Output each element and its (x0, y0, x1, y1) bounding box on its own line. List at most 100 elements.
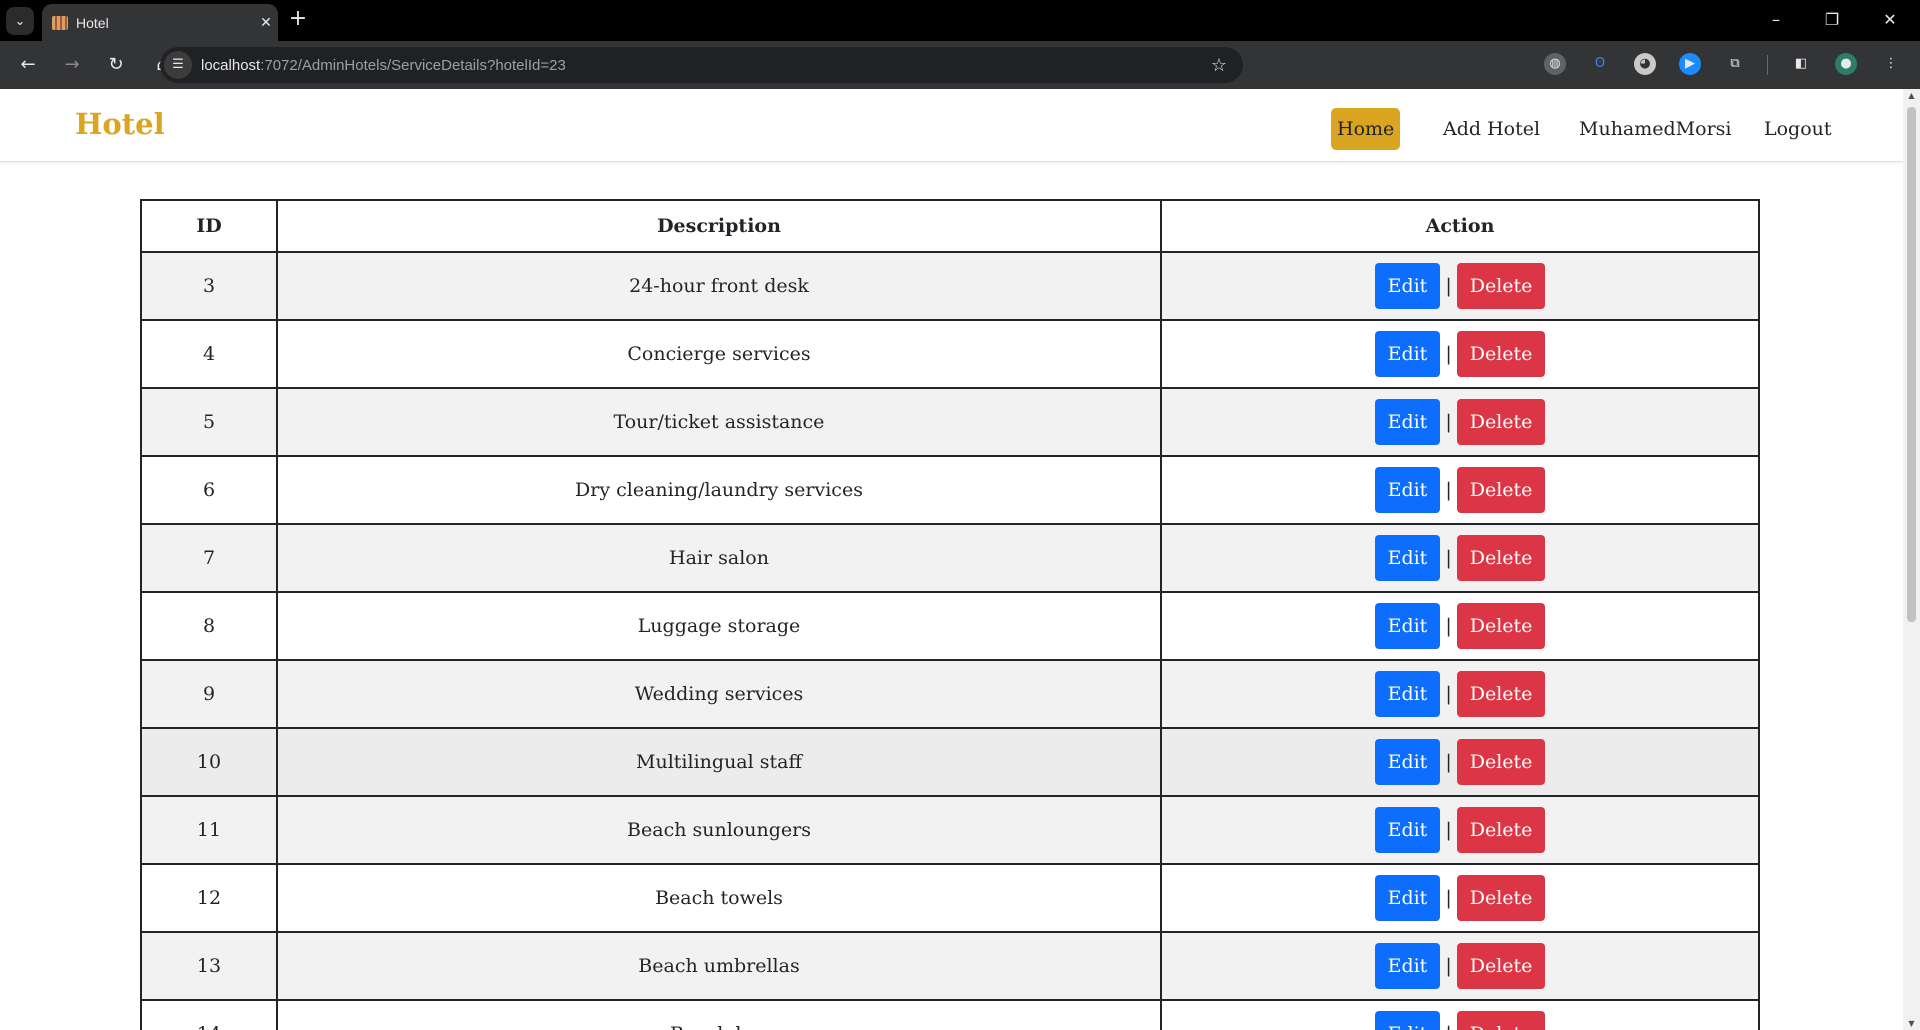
scrollbar[interactable]: ▲ ▼ (1903, 89, 1920, 1030)
delete-button[interactable]: Delete (1456, 739, 1546, 785)
cell-id: 13 (140, 931, 278, 1001)
table-row: 7 Hair salon Edit | Delete (140, 523, 1760, 593)
extension-icon[interactable]: ▶ (1679, 53, 1701, 75)
cell-id: 12 (140, 863, 278, 933)
extension-icon[interactable]: ◍ (1544, 53, 1566, 75)
action-separator: | (1445, 683, 1452, 705)
cell-id: 14 (140, 999, 278, 1030)
edit-button[interactable]: Edit (1374, 535, 1441, 581)
minimize-icon[interactable]: – (1764, 8, 1788, 32)
header-description: Description (276, 199, 1162, 253)
scroll-down-icon[interactable]: ▼ (1903, 1019, 1920, 1028)
edit-button[interactable]: Edit (1374, 807, 1441, 853)
extension-icon[interactable]: ◕ (1634, 53, 1656, 75)
edit-button[interactable]: Edit (1374, 467, 1441, 513)
plus-icon[interactable]: + (286, 8, 310, 32)
star-icon[interactable]: ☆ (1205, 55, 1233, 76)
cell-action: Edit|Delete (1160, 319, 1760, 389)
edit-button[interactable]: Edit (1374, 1011, 1441, 1030)
action-separator: | (1445, 343, 1452, 365)
table-row: 11 Beach sunloungers Edit | Delete (140, 795, 1760, 865)
nav-add-hotel[interactable]: Add Hotel (1437, 108, 1546, 150)
cell-description: Wedding services (276, 659, 1162, 729)
table-row: 10 Multilingual staff Edit | Delete (140, 727, 1760, 797)
edit-button[interactable]: Edit (1374, 399, 1441, 445)
edit-button[interactable]: Edit (1374, 331, 1441, 377)
edit-button[interactable]: Edit (1374, 671, 1441, 717)
delete-button[interactable]: Delete (1456, 875, 1546, 921)
delete-button[interactable]: Delete (1456, 1011, 1546, 1030)
edit-button[interactable]: Edit (1374, 263, 1441, 309)
action-separator: | (1445, 819, 1452, 841)
delete-button[interactable]: Delete (1456, 535, 1546, 581)
delete-button[interactable]: Delete (1456, 807, 1546, 853)
extension-icon[interactable]: ʘ (1589, 53, 1611, 75)
scroll-up-icon[interactable]: ▲ (1903, 91, 1920, 100)
table-row: 8 Luggage storage Edit | Delete (140, 591, 1760, 661)
cell-description: Tour/ticket assistance (276, 387, 1162, 457)
edit-button[interactable]: Edit (1374, 603, 1441, 649)
url-text[interactable]: localhost:7072/AdminHotels/ServiceDetail… (201, 57, 1205, 74)
delete-button[interactable]: Delete (1456, 399, 1546, 445)
nav-user[interactable]: MuhamedMorsi (1573, 108, 1737, 150)
sidebar-icon[interactable]: ◧ (1790, 53, 1812, 75)
action-separator: | (1445, 615, 1452, 637)
delete-button[interactable]: Delete (1456, 331, 1546, 377)
extension-icon[interactable]: ⧉ (1724, 53, 1746, 75)
profile-avatar[interactable]: ● (1835, 53, 1857, 75)
window-close-icon[interactable]: ✕ (1878, 8, 1902, 32)
reload-icon[interactable]: ↻ (102, 51, 130, 79)
cell-description: 24-hour front desk (276, 251, 1162, 321)
action-separator: | (1445, 955, 1452, 977)
cell-description: Hair salon (276, 523, 1162, 593)
nav-home[interactable]: Home (1331, 108, 1401, 150)
table-row: 3 24-hour front desk Edit | Delete (140, 251, 1760, 321)
cell-description: Beach bar (276, 999, 1162, 1030)
delete-button[interactable]: Delete (1456, 603, 1546, 649)
site-info-icon[interactable]: ☰ (164, 51, 192, 79)
table-row: 4 Concierge services Edit | Delete (140, 319, 1760, 389)
delete-button[interactable]: Delete (1456, 467, 1546, 513)
cell-action: Edit|Delete (1160, 931, 1760, 1001)
table-row: 5 Tour/ticket assistance Edit | Delete (140, 387, 1760, 457)
tab-search-icon[interactable]: ⌄ (6, 7, 34, 35)
cell-action: Edit|Delete (1160, 591, 1760, 661)
action-separator: | (1445, 887, 1452, 909)
restore-icon[interactable]: ❐ (1820, 8, 1844, 32)
action-separator: | (1445, 411, 1452, 433)
cell-description: Beach umbrellas (276, 931, 1162, 1001)
site-navbar: Hotel Home Add Hotel MuhamedMorsi Logout (0, 89, 1903, 162)
delete-button[interactable]: Delete (1456, 943, 1546, 989)
header-action: Action (1160, 199, 1760, 253)
browser-tab[interactable]: Hotel ✕ (42, 4, 278, 41)
menu-icon[interactable]: ⋮ (1880, 53, 1902, 75)
cell-description: Concierge services (276, 319, 1162, 389)
cell-id: 5 (140, 387, 278, 457)
page-viewport: Hotel Home Add Hotel MuhamedMorsi Logout… (0, 89, 1920, 1030)
cell-id: 8 (140, 591, 278, 661)
table-row: 12 Beach towels Edit | Delete (140, 863, 1760, 933)
table-row: 6 Dry cleaning/laundry services Edit | Delet… (140, 455, 1760, 525)
header-id: ID (140, 199, 278, 253)
cell-id: 10 (140, 727, 278, 797)
scroll-thumb[interactable] (1907, 107, 1916, 622)
services-table: ID Description Action 3 24-hour front des… (140, 199, 1760, 1030)
action-separator: | (1445, 751, 1452, 773)
favicon-icon (52, 15, 68, 30)
cell-description: Dry cleaning/laundry services (276, 455, 1162, 525)
forward-icon[interactable]: → (58, 51, 86, 79)
nav-logout[interactable]: Logout (1758, 108, 1838, 150)
delete-button[interactable]: Delete (1456, 263, 1546, 309)
brand-logo[interactable]: Hotel (75, 107, 165, 141)
address-bar[interactable]: ☰ localhost:7072/AdminHotels/ServiceDeta… (160, 47, 1243, 83)
cell-id: 4 (140, 319, 278, 389)
delete-button[interactable]: Delete (1456, 671, 1546, 717)
cell-id: 3 (140, 251, 278, 321)
back-icon[interactable]: ← (14, 51, 42, 79)
action-separator: | (1445, 275, 1452, 297)
close-icon[interactable]: ✕ (254, 15, 278, 31)
edit-button[interactable]: Edit (1374, 739, 1441, 785)
cell-description: Beach towels (276, 863, 1162, 933)
edit-button[interactable]: Edit (1374, 875, 1441, 921)
edit-button[interactable]: Edit (1374, 943, 1441, 989)
